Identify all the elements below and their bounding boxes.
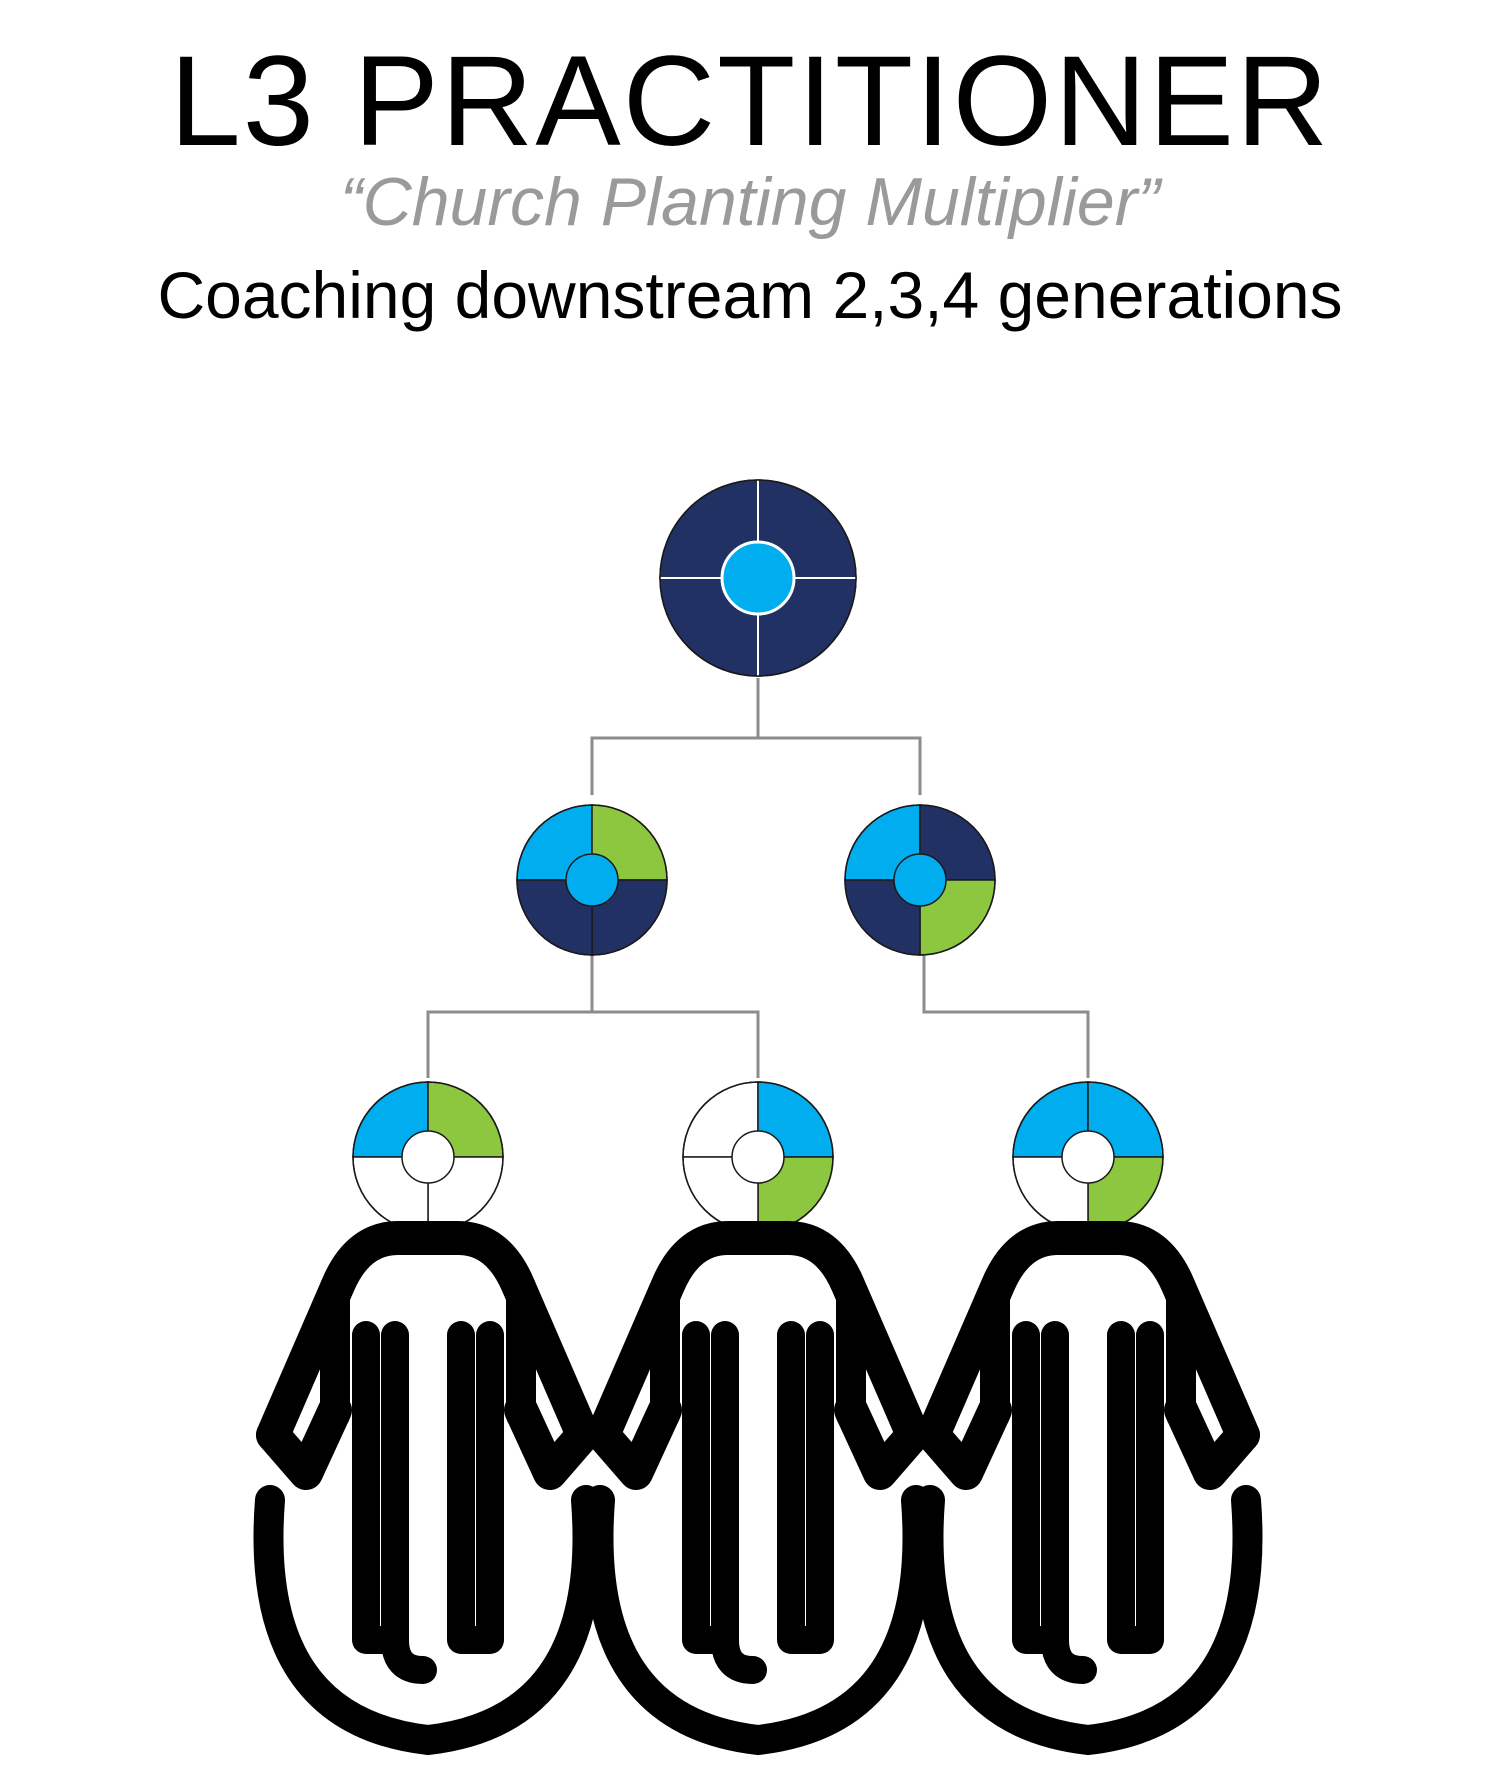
coaching-node-generation-3 [682,1081,834,1233]
node-center [1061,1130,1115,1184]
coaching-node-generation-3 [352,1081,504,1233]
nodes-layer [352,479,1164,1233]
node-center [401,1130,455,1184]
node-center [720,540,796,616]
coaching-tree-diagram [0,479,1500,1792]
coaching-node-generation-2 [844,804,996,956]
node-center [893,853,947,907]
person-icon [928,1238,1247,1740]
coaching-node-generation-3 [1012,1081,1164,1233]
people-group [268,1238,1247,1740]
person-icon [268,1238,587,1740]
node-center [731,1130,785,1184]
coaching-node-generation-1 [659,479,857,677]
node-center [565,853,619,907]
person-icon [598,1238,917,1740]
coaching-node-generation-2 [516,804,668,956]
